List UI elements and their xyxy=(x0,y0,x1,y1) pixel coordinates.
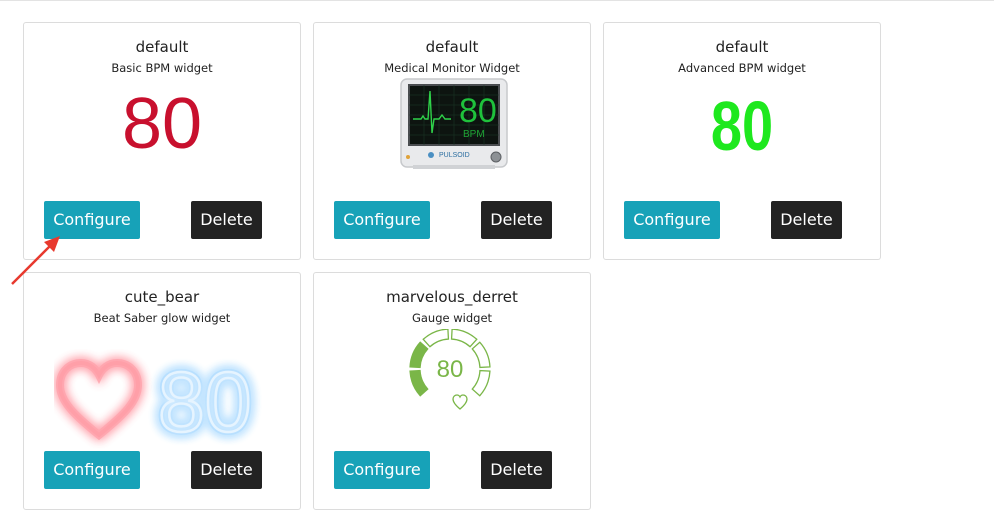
advanced-bpm-value: 80 xyxy=(710,87,774,165)
delete-button[interactable]: Delete xyxy=(191,451,262,489)
widget-name: default xyxy=(135,38,189,56)
widget-type: Gauge widget xyxy=(411,311,493,325)
widget-name: cute_bear xyxy=(124,288,200,306)
configure-button[interactable]: Configure xyxy=(334,451,430,489)
monitor-brand: PULSOID xyxy=(439,152,470,159)
widget-card-medical-monitor: default Medical Monitor Widget 80 BPM PU… xyxy=(313,22,591,260)
widget-name: marvelous_derret xyxy=(386,288,518,306)
widget-card-beat-saber-glow: cute_bear Beat Saber glow widget 80 80 C… xyxy=(23,272,301,510)
glow-widget-visual: 80 80 xyxy=(55,352,254,449)
heart-icon xyxy=(452,394,468,410)
widget-card-gauge: marvelous_derret Gauge widget 80 Configu… xyxy=(313,272,591,510)
widget-card-advanced-bpm: default Advanced BPM widget 80 Configure… xyxy=(603,22,881,260)
delete-button[interactable]: Delete xyxy=(191,201,262,239)
glow-bpm-value-core: 80 xyxy=(158,355,251,449)
configure-button[interactable]: Configure xyxy=(44,451,140,489)
widget-card-basic-bpm: default Basic BPM widget 80 Configure De… xyxy=(23,22,301,260)
top-divider xyxy=(0,0,994,1)
widget-type: Medical Monitor Widget xyxy=(384,61,520,75)
gauge-segment xyxy=(409,369,429,397)
delete-button[interactable]: Delete xyxy=(481,201,552,239)
monitor-bpm-unit: BPM xyxy=(463,129,485,140)
medical-monitor-image: 80 BPM PULSOID xyxy=(400,78,508,169)
configure-button[interactable]: Configure xyxy=(624,201,720,239)
red-arrow-icon xyxy=(11,236,60,285)
configure-button[interactable]: Configure xyxy=(334,201,430,239)
gauge-segment xyxy=(450,329,478,348)
gauge-value: 80 xyxy=(437,356,464,383)
widget-type: Beat Saber glow widget xyxy=(93,311,231,325)
widget-type: Basic BPM widget xyxy=(111,61,213,75)
monitor-bpm-value: 80 xyxy=(459,92,497,130)
widget-type: Advanced BPM widget xyxy=(678,61,806,75)
widget-name: default xyxy=(715,38,769,56)
delete-button[interactable]: Delete xyxy=(771,201,842,239)
gauge-segment xyxy=(471,369,491,397)
gauge-segment xyxy=(422,329,450,348)
delete-button[interactable]: Delete xyxy=(481,451,552,489)
gauge-visual: 80 xyxy=(409,329,491,410)
gauge-segment xyxy=(471,341,491,369)
basic-bpm-value: 80 xyxy=(121,84,203,164)
widget-name: default xyxy=(425,38,479,56)
gauge-segment xyxy=(409,341,429,369)
